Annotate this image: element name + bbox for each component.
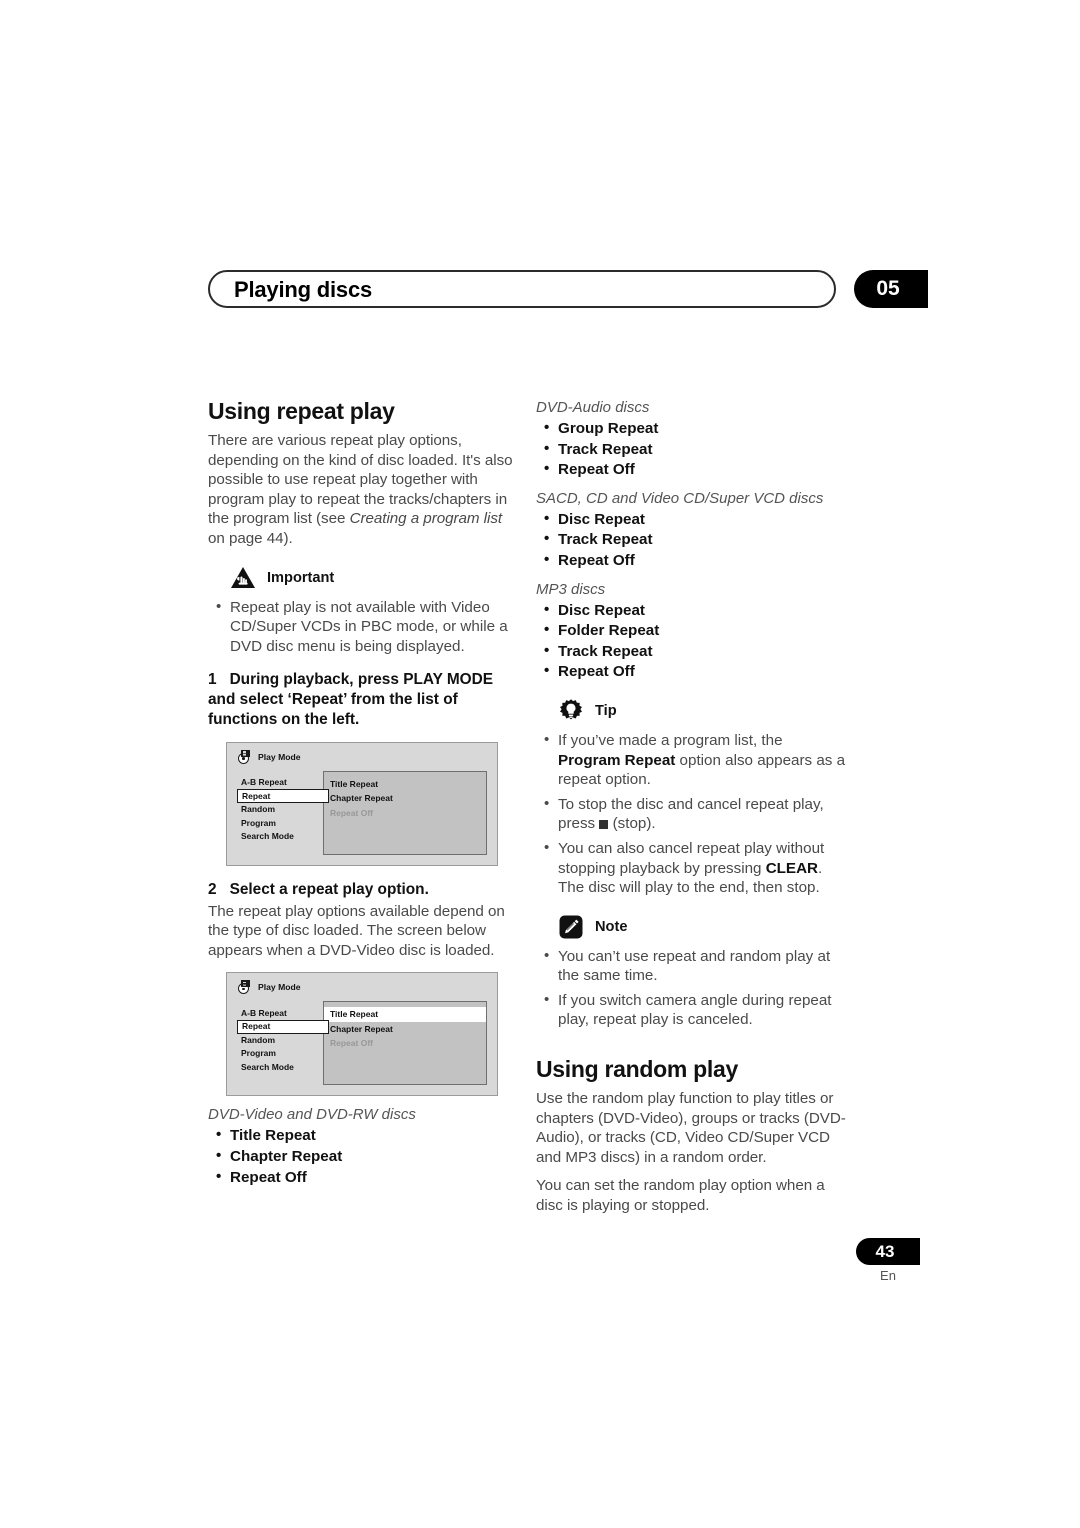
- step-2-text: Select a repeat play option.: [229, 880, 429, 898]
- list-item: You can’t use repeat and random play at …: [536, 946, 848, 986]
- list-item: If you switch camera angle during repeat…: [536, 990, 848, 1030]
- running-header: Playing discs 05: [208, 270, 928, 310]
- osd-menu-list: A-B Repeat Repeat Random Program Search …: [237, 776, 329, 844]
- step-2-number: 2: [208, 880, 217, 898]
- note-icon: [559, 915, 583, 939]
- subhead-dvd-video: DVD-Video and DVD-RW discs: [208, 1106, 416, 1124]
- play-mode-icon: [237, 749, 253, 764]
- osd-menu-item-program[interactable]: Program: [237, 1047, 323, 1060]
- tip-b2-post: (stop).: [608, 815, 656, 833]
- left-column: Using repeat play There are various repe…: [208, 398, 520, 1188]
- osd-menu-item-program[interactable]: Program: [237, 817, 323, 830]
- tip-icon: [560, 699, 582, 720]
- important-icon: [231, 566, 255, 588]
- list-item: Repeat Off: [208, 1167, 520, 1188]
- tip-b2-pre: To stop the disc and cancel repeat play,…: [558, 795, 824, 833]
- osd-option-title-repeat[interactable]: Title Repeat: [324, 777, 486, 792]
- intro-text-post: on page 44).: [208, 529, 293, 547]
- tip-callout-header: Tip: [558, 698, 848, 724]
- list-item: Repeat play is not available with Video …: [208, 597, 520, 657]
- list-item: Repeat Off: [536, 459, 848, 480]
- page-footer: 43 En: [856, 1238, 920, 1283]
- page-number-badge: 43: [856, 1238, 920, 1265]
- section-heading-repeat-play: Using repeat play: [208, 398, 395, 424]
- mp3-options-list: Disc Repeat Folder Repeat Track Repeat R…: [536, 600, 848, 682]
- osd-option-repeat-off: Repeat Off: [330, 1038, 373, 1049]
- osd-title-text: Play Mode: [258, 982, 301, 993]
- list-item: Repeat Off: [536, 550, 848, 571]
- list-item: Track Repeat: [536, 529, 848, 550]
- dvd-video-options-list: Title Repeat Chapter Repeat Repeat Off: [208, 1125, 520, 1188]
- note-bullet-list: You can’t use repeat and random play at …: [536, 946, 848, 1030]
- stop-square-icon: [599, 819, 609, 829]
- list-item: Repeat Off: [536, 661, 848, 682]
- list-item: Folder Repeat: [536, 620, 848, 641]
- osd-screenshot-play-mode-1: Play Mode A-B Repeat Repeat Random Progr…: [226, 741, 498, 866]
- osd-options-panel: Title Repeat Chapter Repeat Repeat Off: [323, 770, 487, 855]
- list-item: Track Repeat: [536, 641, 848, 662]
- osd-menu-item-repeat[interactable]: Repeat: [237, 1019, 329, 1034]
- list-item: To stop the disc and cancel repeat play,…: [536, 794, 848, 834]
- dvd-audio-options-list: Group Repeat Track Repeat Repeat Off: [536, 418, 848, 480]
- tip-bullet-list: If you’ve made a program list, the Progr…: [536, 730, 848, 898]
- subhead-mp3: MP3 discs: [536, 580, 606, 598]
- random-play-paragraph-2: You can set the random play option when …: [536, 1177, 825, 1215]
- step-1-number: 1: [208, 671, 217, 689]
- osd-option-title-repeat-highlighted[interactable]: Title Repeat: [324, 1007, 486, 1022]
- subhead-sacd: SACD, CD and Video CD/Super VCD discs: [536, 489, 824, 507]
- section-heading-random-play: Using random play: [536, 1056, 738, 1083]
- tip-b1-pre: If you’ve made a program list, the: [558, 731, 783, 749]
- step-1: 1 During playback, press PLAY MODE and se…: [208, 670, 520, 729]
- play-mode-icon: [237, 980, 253, 995]
- step-2: 2 Select a repeat play option.: [208, 880, 520, 900]
- osd-menu-item-random[interactable]: Random: [237, 1034, 323, 1047]
- intro-paragraph: There are various repeat play options, d…: [208, 431, 520, 549]
- osd-title-text: Play Mode: [258, 751, 301, 762]
- osd-title-row: Play Mode: [237, 749, 301, 764]
- osd-menu-item-ab-repeat[interactable]: A-B Repeat: [237, 1006, 323, 1019]
- osd-menu-item-random[interactable]: Random: [237, 803, 323, 816]
- list-item: Disc Repeat: [536, 509, 848, 530]
- osd-title-row: Play Mode: [237, 980, 301, 995]
- osd-options-panel: Title Repeat Chapter Repeat Repeat Off: [323, 1001, 487, 1086]
- step-2-body: The repeat play options available depend…: [208, 902, 505, 959]
- tip-b1-bold: Program Repeat: [558, 751, 676, 769]
- osd-menu-item-repeat[interactable]: Repeat: [237, 789, 329, 804]
- tip-label: Tip: [595, 702, 617, 719]
- list-item: Track Repeat: [536, 439, 848, 460]
- important-label: Important: [267, 569, 335, 586]
- random-play-paragraph-1: Use the random play function to play tit…: [536, 1090, 846, 1166]
- step-1-text: During playback, press PLAY MODE and sel…: [208, 671, 493, 728]
- tip-b3-bold: CLEAR: [765, 859, 818, 877]
- osd-menu-list: A-B Repeat Repeat Random Program Search …: [237, 1006, 329, 1074]
- note-label: Note: [595, 918, 628, 935]
- osd-menu-item-search-mode[interactable]: Search Mode: [237, 1061, 323, 1074]
- chapter-number-badge: 05: [854, 270, 928, 308]
- right-column: DVD-Audio discs Group Repeat Track Repea…: [536, 398, 848, 1216]
- list-item: Group Repeat: [536, 418, 848, 439]
- important-bullet-list: Repeat play is not available with Video …: [208, 597, 520, 657]
- intro-text-italic: Creating a program list: [349, 510, 503, 528]
- osd-option-chapter-repeat[interactable]: Chapter Repeat: [324, 791, 486, 806]
- sacd-options-list: Disc Repeat Track Repeat Repeat Off: [536, 509, 848, 571]
- list-item: Title Repeat: [208, 1125, 520, 1146]
- important-callout-header: Important: [230, 565, 520, 591]
- page-title: Playing discs: [234, 277, 373, 302]
- list-item: Disc Repeat: [536, 600, 848, 621]
- osd-menu-item-search-mode[interactable]: Search Mode: [237, 830, 323, 843]
- osd-screenshot-play-mode-2: Play Mode A-B Repeat Repeat Random Progr…: [226, 972, 498, 1097]
- note-callout-header: Note: [558, 914, 848, 940]
- osd-option-chapter-repeat[interactable]: Chapter Repeat: [324, 1022, 486, 1037]
- list-item: If you’ve made a program list, the Progr…: [536, 730, 848, 790]
- list-item: You can also cancel repeat play without …: [536, 838, 848, 898]
- subhead-dvd-audio: DVD-Audio discs: [536, 399, 650, 416]
- language-code: En: [880, 1268, 896, 1283]
- list-item: Chapter Repeat: [208, 1146, 520, 1167]
- osd-option-repeat-off: Repeat Off: [330, 807, 373, 818]
- manual-page: Playing discs 05 Using repeat play There…: [0, 0, 1080, 1528]
- osd-menu-item-ab-repeat[interactable]: A-B Repeat: [237, 776, 323, 789]
